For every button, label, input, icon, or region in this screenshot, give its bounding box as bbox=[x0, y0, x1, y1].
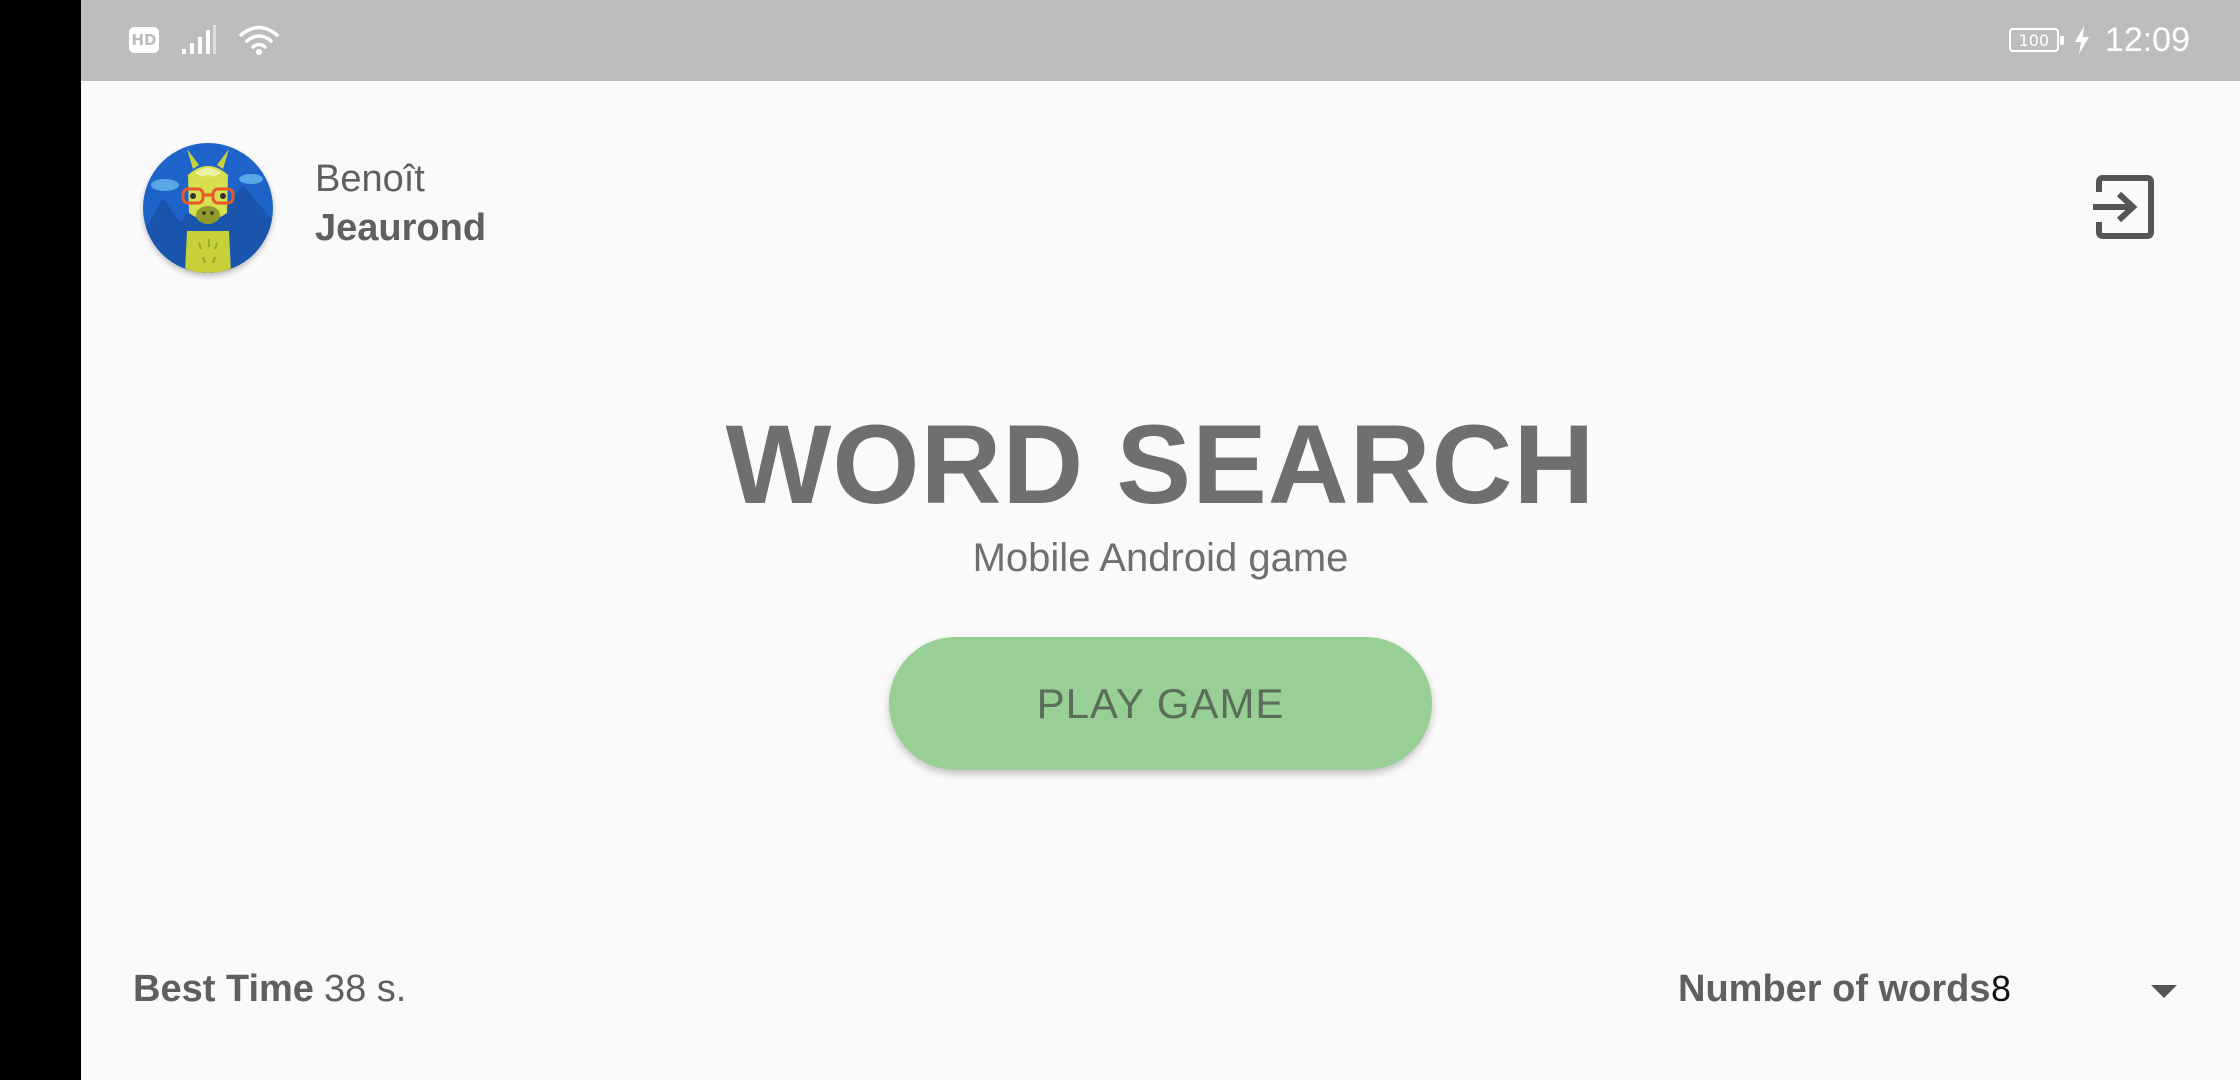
best-time-label: Best Time bbox=[133, 968, 314, 1010]
number-of-words-label: Number of words bbox=[1678, 968, 1991, 1010]
left-black-bar bbox=[0, 0, 81, 1080]
status-left-icons: HD bbox=[129, 22, 279, 58]
battery-level: 100 bbox=[2018, 30, 2050, 50]
logout-button[interactable] bbox=[2089, 172, 2159, 242]
charging-icon bbox=[2074, 26, 2089, 54]
game-subtitle: Mobile Android game bbox=[972, 536, 1349, 580]
app-screen: HD 100 12:09 Benoît Jeaurond WORD SEARCH… bbox=[81, 0, 2240, 1080]
battery-icon: 100 bbox=[2008, 28, 2064, 52]
signal-icon bbox=[182, 25, 216, 54]
play-game-button[interactable]: PLAY GAME bbox=[889, 637, 1432, 770]
llama-with-glasses-avatar-icon bbox=[143, 143, 273, 273]
exit-to-app-icon bbox=[2093, 175, 2154, 239]
best-time-value: 38 s. bbox=[323, 968, 407, 1010]
clock: 12:09 bbox=[2104, 20, 2190, 59]
status-right-icons: 100 12:09 bbox=[2008, 18, 2190, 62]
avatar[interactable] bbox=[143, 143, 273, 273]
number-of-words-value: 8 bbox=[1991, 968, 2012, 1009]
game-title: WORD SEARCH bbox=[725, 402, 1596, 527]
best-time: Best Time 38 s. bbox=[133, 968, 406, 1011]
number-of-words-dropdown[interactable]: 8 bbox=[1991, 960, 2231, 1026]
wifi-icon bbox=[239, 25, 279, 55]
status-bar: HD 100 12:09 bbox=[81, 0, 2240, 81]
hd-icon: HD bbox=[129, 27, 159, 53]
dropdown-arrow-icon bbox=[2151, 985, 2177, 998]
user-last-name: Jeaurond bbox=[315, 207, 487, 249]
user-first-name: Benoît bbox=[315, 158, 425, 200]
